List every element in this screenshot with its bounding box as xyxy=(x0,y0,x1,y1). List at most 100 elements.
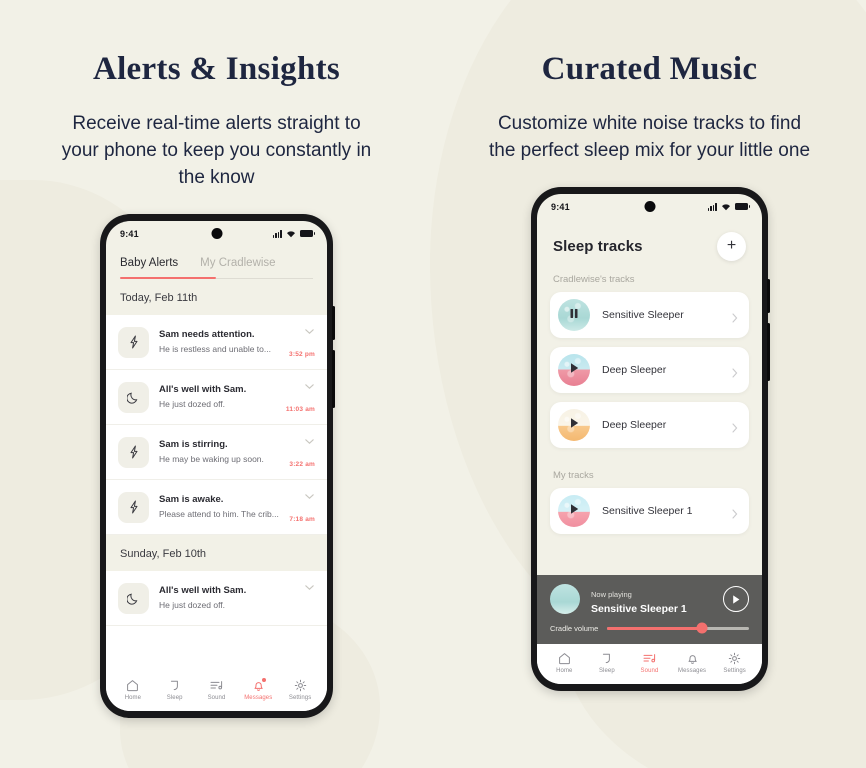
battery-icon xyxy=(300,230,315,238)
home-icon xyxy=(126,679,139,692)
gear-icon xyxy=(294,679,307,692)
play-icon[interactable] xyxy=(569,416,580,434)
chevron-right-icon[interactable] xyxy=(732,420,738,433)
alert-timestamp: 7:18 am xyxy=(289,516,315,524)
track-artwork xyxy=(558,353,590,386)
nav-item-home[interactable]: Home xyxy=(543,652,586,674)
bell-icon xyxy=(686,652,699,665)
chevron-down-icon[interactable] xyxy=(305,494,314,500)
bottom-navigation[interactable]: Home Sleep Sound Messages Settings xyxy=(537,643,762,684)
date-group-header: Today, Feb 11th xyxy=(106,279,327,316)
cellular-signal-icon xyxy=(272,230,282,238)
page-title: Curated Music xyxy=(541,51,758,87)
nav-item-sound[interactable]: Sound xyxy=(628,652,671,674)
play-icon[interactable] xyxy=(569,361,580,379)
now-playing-label: Now playing xyxy=(591,589,632,599)
volume-label: Cradle volume xyxy=(550,623,599,633)
nav-item-settings[interactable]: Settings xyxy=(279,679,321,701)
alert-list-item[interactable]: Sam needs attention. He is restless and … xyxy=(106,315,327,371)
tab-my-cradlewise[interactable]: My Cradlewise xyxy=(200,257,275,278)
nav-item-sound[interactable]: Sound xyxy=(196,679,238,701)
play-icon xyxy=(733,595,740,604)
column-music: Curated Music Customize white noise trac… xyxy=(433,0,866,768)
cellular-signal-icon xyxy=(707,203,717,211)
chevron-down-icon[interactable] xyxy=(305,585,314,591)
play-button[interactable] xyxy=(723,586,749,613)
alert-list-item[interactable]: Sam is stirring. He may be waking up soo… xyxy=(106,425,327,481)
alert-title: Sam needs attention. xyxy=(159,329,255,341)
sound-icon xyxy=(643,652,656,665)
date-group-header: Sunday, Feb 10th xyxy=(106,535,327,572)
nav-item-home[interactable]: Home xyxy=(112,679,154,701)
alert-subtitle: Please attend to him. The crib... xyxy=(159,508,279,519)
status-icons xyxy=(707,203,750,211)
bell-icon xyxy=(252,677,266,692)
column-alerts: Alerts & Insights Receive real-time aler… xyxy=(0,0,433,768)
wifi-icon xyxy=(722,204,730,211)
alert-timestamp: 11:03 am xyxy=(285,406,315,414)
sleep-icon xyxy=(600,652,613,665)
moon-icon xyxy=(118,381,149,413)
battery-icon xyxy=(735,203,750,211)
tab-baby-alerts[interactable]: Baby Alerts xyxy=(120,257,178,278)
alert-timestamp: 3:52 pm xyxy=(289,351,315,359)
wifi-icon xyxy=(287,231,295,238)
alert-list-item[interactable]: All's well with Sam. He just dozed off. xyxy=(106,571,327,627)
volume-slider-knob[interactable] xyxy=(696,622,708,634)
track-list-item[interactable]: Sensitive Sleeper 1 xyxy=(550,487,749,534)
sound-icon xyxy=(210,679,223,692)
nav-item-messages[interactable]: Messages xyxy=(237,677,279,701)
pause-icon[interactable] xyxy=(569,306,579,324)
nav-item-settings[interactable]: Settings xyxy=(713,652,756,674)
now-playing-artwork xyxy=(550,584,580,615)
page-title: Alerts & Insights xyxy=(92,51,341,87)
track-list-item[interactable]: Deep Sleeper xyxy=(550,346,749,393)
chevron-right-icon[interactable] xyxy=(732,365,738,378)
section-label-my-tracks: My tracks xyxy=(553,469,594,481)
section-label-cradlewise-tracks: Cradlewise's tracks xyxy=(553,273,635,285)
play-icon[interactable] xyxy=(569,502,580,520)
now-playing-row: Now playing Sensitive Sleeper 1 xyxy=(550,584,749,615)
phone-side-button xyxy=(332,305,335,340)
alert-list-item[interactable]: All's well with Sam. He just dozed off. … xyxy=(106,370,327,426)
phone-mockup-alerts: 9:41 Baby Alerts My Cradlewise Today, Fe… xyxy=(100,213,335,718)
phone-side-button xyxy=(332,349,335,408)
nav-label: Sleep xyxy=(598,667,615,674)
alert-list-item[interactable]: Sam is awake. Please attend to him. The … xyxy=(106,480,327,536)
chevron-down-icon[interactable] xyxy=(305,329,314,335)
bottom-navigation[interactable]: Home Sleep Sound Messages Settings xyxy=(106,670,327,711)
alert-list[interactable]: Sam needs attention. He is restless and … xyxy=(106,315,327,671)
front-camera-punchhole xyxy=(644,200,655,212)
moon-icon xyxy=(118,582,149,614)
volume-slider[interactable] xyxy=(607,622,749,634)
phone-screen: 9:41 Sleep tracks + Cradlewise's tracks xyxy=(537,193,762,684)
lightning-bolt-icon xyxy=(118,491,149,523)
track-list-item[interactable]: Sensitive Sleeper xyxy=(550,291,749,338)
nav-label: Settings xyxy=(723,667,746,674)
alert-subtitle: He just dozed off. xyxy=(159,398,225,409)
nav-item-sleep[interactable]: Sleep xyxy=(586,652,629,674)
alert-title: All's well with Sam. xyxy=(159,384,247,396)
chevron-down-icon[interactable] xyxy=(305,439,314,445)
chevron-right-icon[interactable] xyxy=(732,310,738,323)
gear-icon xyxy=(728,652,741,665)
nav-label: Sound xyxy=(207,694,226,701)
alerts-tabs: Baby Alerts My Cradlewise xyxy=(106,247,327,278)
nav-item-sleep[interactable]: Sleep xyxy=(154,679,196,701)
nav-item-messages[interactable]: Messages xyxy=(671,652,714,674)
status-bar: 9:41 xyxy=(106,221,327,247)
feature-columns: Alerts & Insights Receive real-time aler… xyxy=(0,0,866,768)
now-playing-bar[interactable]: Now playing Sensitive Sleeper 1 Cradle v… xyxy=(537,574,762,644)
nav-label: Settings xyxy=(288,694,312,701)
add-track-button[interactable]: + xyxy=(717,231,746,261)
track-artwork xyxy=(558,298,590,331)
chevron-down-icon[interactable] xyxy=(305,384,314,390)
now-playing-track: Sensitive Sleeper 1 xyxy=(591,602,687,615)
notification-badge xyxy=(261,677,266,682)
cradle-volume-control[interactable]: Cradle volume xyxy=(550,622,749,634)
lightning-bolt-icon xyxy=(118,326,149,358)
track-list-item[interactable]: Deep Sleeper xyxy=(550,401,749,448)
nav-label: Messages xyxy=(244,694,273,701)
chevron-right-icon[interactable] xyxy=(732,506,738,519)
status-bar: 9:41 xyxy=(537,194,762,220)
